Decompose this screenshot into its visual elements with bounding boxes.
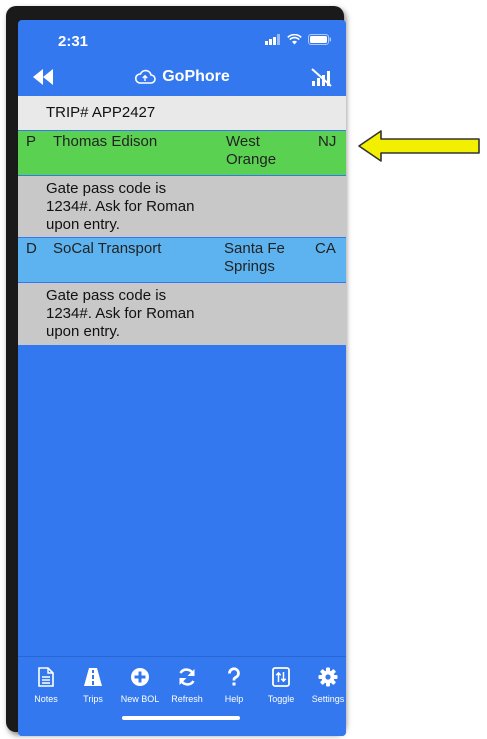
stop-note: Gate pass code is 1234#. Ask for Roman u… <box>18 283 346 345</box>
tab-trips[interactable]: Trips <box>71 667 115 704</box>
tab-label: Settings <box>311 694 345 704</box>
tab-label: New BOL <box>120 694 160 704</box>
stop-row-pickup[interactable]: P Thomas Edison West Orange NJ <box>18 131 346 175</box>
tab-notes[interactable]: Notes <box>24 667 68 704</box>
status-time: 2:31 <box>58 33 89 50</box>
stop-note-text: Gate pass code is 1234#. Ask for Roman u… <box>46 180 195 233</box>
status-icons <box>265 34 332 45</box>
notes-icon <box>38 667 54 687</box>
tab-refresh[interactable]: Refresh <box>165 667 209 704</box>
plus-circle-icon <box>131 668 149 686</box>
signal-off-icon[interactable] <box>310 67 332 87</box>
stop-city: Santa Fe Springs <box>224 240 285 275</box>
app-title-text: GoPhore <box>162 68 230 85</box>
trip-header: TRIP# APP2427 <box>18 96 346 130</box>
cellular-icon <box>265 34 280 45</box>
refresh-icon <box>179 668 195 686</box>
app-title: GoPhore <box>18 68 346 90</box>
status-bar: 2:31 <box>18 20 346 60</box>
app-screen: 2:31 GoPhore TRIP# APP2427 P Thomas Edis… <box>18 20 346 736</box>
stop-type: D <box>26 240 37 257</box>
stop-state: NJ <box>318 133 337 150</box>
stop-city: West Orange <box>226 133 277 168</box>
battery-icon <box>308 34 331 45</box>
road-icon <box>84 668 102 686</box>
stop-name: SoCal Transport <box>53 240 162 257</box>
phone-frame: 2:31 GoPhore TRIP# APP2427 P Thomas Edis… <box>6 6 346 736</box>
nav-bar: GoPhore <box>18 60 346 96</box>
tab-label: Trips <box>83 694 103 704</box>
stop-note: Gate pass code is 1234#. Ask for Roman u… <box>18 176 346 237</box>
tab-label: Toggle <box>267 694 295 704</box>
toggle-icon <box>272 667 290 687</box>
tab-label: Notes <box>34 694 58 704</box>
stop-name: Thomas Edison <box>53 133 158 150</box>
home-indicator <box>122 716 240 720</box>
yellow-arrow-annotation-icon <box>358 130 480 162</box>
tab-label: Help <box>224 694 244 704</box>
wifi-icon <box>287 34 302 45</box>
cloud-icon <box>135 69 157 84</box>
question-icon <box>228 667 240 686</box>
tab-new-bol[interactable]: New BOL <box>118 667 162 704</box>
tab-toggle[interactable]: Toggle <box>259 667 303 704</box>
stop-row-delivery[interactable]: D SoCal Transport Santa Fe Springs CA <box>18 238 346 282</box>
tab-settings[interactable]: Settings <box>306 667 346 704</box>
stop-type: P <box>26 133 37 150</box>
stop-state: CA <box>315 240 336 257</box>
tab-bar: Notes Trips New BOL Refresh Help Toggle … <box>18 656 346 736</box>
gear-icon <box>318 667 338 687</box>
trip-number: TRIP# APP2427 <box>46 104 156 121</box>
stop-note-text: Gate pass code is 1234#. Ask for Roman u… <box>46 287 195 340</box>
tab-label: Refresh <box>171 694 203 704</box>
tab-help[interactable]: Help <box>212 667 256 704</box>
